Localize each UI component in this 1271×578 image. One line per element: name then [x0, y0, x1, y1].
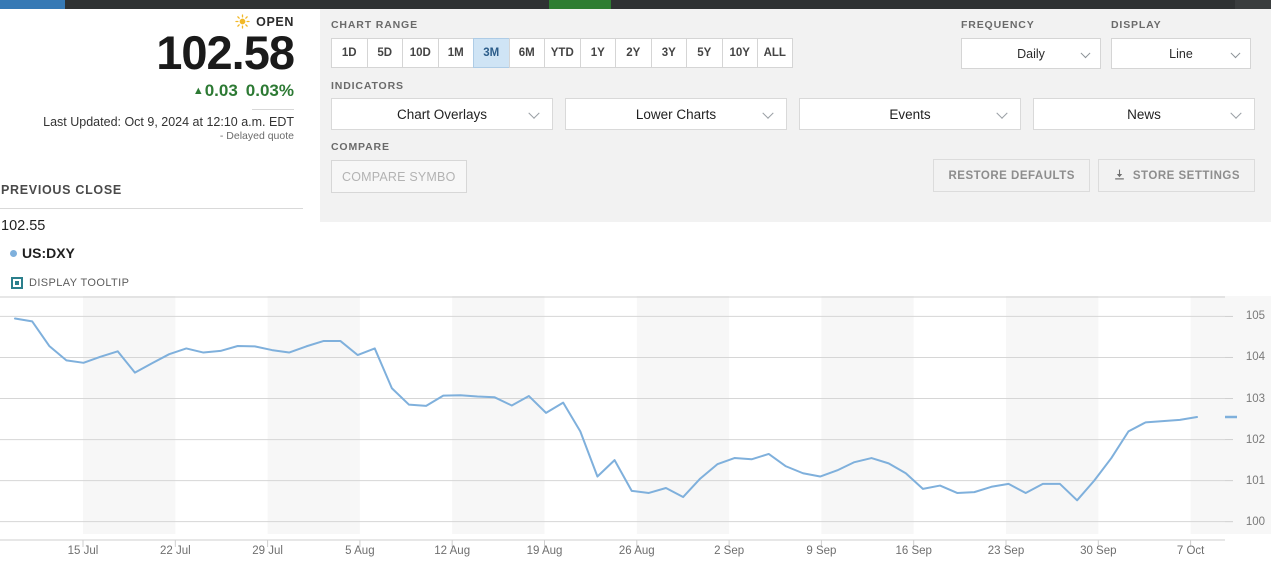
legend-color-dot: [10, 250, 17, 257]
display-tooltip-toggle[interactable]: DISPLAY TOOLTIP: [11, 277, 129, 289]
previous-close-value: 102.55: [0, 218, 306, 234]
frequency-label: FREQUENCY: [961, 19, 1101, 31]
chevron-down-icon: [1231, 48, 1241, 58]
display-field: DISPLAY Line: [1111, 19, 1251, 69]
compare-symbol-input[interactable]: [331, 160, 467, 193]
x-axis-tick-label: 30 Sep: [1080, 545, 1116, 557]
download-icon: [1113, 168, 1126, 184]
chart-overlays-select[interactable]: Chart Overlays: [331, 98, 553, 130]
compare-section: COMPARE RESTORE DEFAULTS STORE SETTINGS: [331, 141, 1255, 193]
delayed-quote-note: - Delayed quote: [0, 130, 300, 142]
last-updated-text: Last Updated: Oct 9, 2024 at 12:10 a.m. …: [0, 115, 300, 129]
previous-close-divider: [0, 208, 303, 209]
y-axis-tick-label: 100: [1246, 516, 1265, 528]
x-axis-tick-label: 16 Sep: [895, 545, 931, 557]
chevron-down-icon: [762, 108, 773, 119]
chevron-down-icon: [528, 108, 539, 119]
x-axis-tick-label: 26 Aug: [619, 545, 655, 557]
nav-segment-blue[interactable]: [0, 0, 65, 9]
change-up-arrow-icon: ▲: [193, 85, 204, 97]
previous-close-block: PREVIOUS CLOSE 102.55: [0, 183, 306, 234]
legend-symbol-label: US:DXY: [22, 245, 75, 261]
restore-defaults-label: RESTORE DEFAULTS: [948, 170, 1074, 182]
compare-label: COMPARE: [331, 141, 1255, 153]
stock-chart-page: OPEN 102.58 ▲0.030.03% Last Updated: Oct…: [0, 0, 1271, 578]
chart-range-buttons: 1D 5D 10D 1M 3M 6M YTD 1Y 2Y 3Y 5Y 10Y A…: [331, 38, 851, 68]
chart-settings-panel: CHART RANGE 1D 5D 10D 1M 3M 6M YTD 1Y 2Y…: [320, 9, 1271, 222]
nav-segment-right[interactable]: [1235, 0, 1271, 9]
price-chart[interactable]: 105 104 103 102 101 100 15 Jul 22 Jul 29 Jul 5 A…: [0, 296, 1271, 578]
chart-range-label: CHART RANGE: [331, 19, 851, 31]
events-value: Events: [889, 107, 930, 122]
quote-change-row: ▲0.03 0.03%: [0, 81, 300, 101]
display-label: DISPLAY: [1111, 19, 1251, 31]
news-select[interactable]: News: [1033, 98, 1255, 130]
chevron-down-icon: [996, 108, 1007, 119]
range-button-3m[interactable]: 3M: [473, 38, 509, 68]
lower-charts-select[interactable]: Lower Charts: [565, 98, 787, 130]
display-tooltip-label: DISPLAY TOOLTIP: [29, 277, 129, 289]
chart-overlays-value: Chart Overlays: [397, 107, 487, 122]
range-button-5d[interactable]: 5D: [367, 38, 403, 68]
display-value: Line: [1169, 47, 1193, 61]
chart-legend[interactable]: US:DXY: [10, 245, 75, 261]
x-axis-tick-label: 23 Sep: [988, 545, 1024, 557]
chart-range-section: CHART RANGE 1D 5D 10D 1M 3M 6M YTD 1Y 2Y…: [331, 19, 851, 69]
top-nav-strip: [0, 0, 1271, 9]
x-axis-tick-label: 5 Aug: [345, 545, 374, 557]
range-button-1y[interactable]: 1Y: [580, 38, 616, 68]
y-axis-tick-label: 101: [1246, 475, 1265, 487]
range-button-6m[interactable]: 6M: [509, 38, 545, 68]
y-axis-tick-label: 102: [1246, 434, 1265, 446]
indicators-label: INDICATORS: [331, 80, 1255, 92]
nav-segment-green[interactable]: [549, 0, 611, 9]
store-settings-button[interactable]: STORE SETTINGS: [1098, 159, 1255, 192]
store-settings-label: STORE SETTINGS: [1133, 170, 1240, 182]
range-button-ytd[interactable]: YTD: [544, 38, 580, 68]
quote-price: 102.58: [0, 27, 300, 79]
frequency-value: Daily: [1017, 47, 1045, 61]
news-value: News: [1127, 107, 1161, 122]
range-button-1d[interactable]: 1D: [331, 38, 367, 68]
restore-defaults-button[interactable]: RESTORE DEFAULTS: [933, 159, 1089, 192]
previous-close-label: PREVIOUS CLOSE: [0, 183, 306, 197]
quote-divider: [252, 109, 294, 110]
frequency-select[interactable]: Daily: [961, 38, 1101, 69]
sun-icon: [235, 14, 250, 29]
x-axis-tick-label: 29 Jul: [252, 545, 283, 557]
events-select[interactable]: Events: [799, 98, 1021, 130]
range-button-2y[interactable]: 2Y: [615, 38, 651, 68]
lower-charts-value: Lower Charts: [636, 107, 716, 122]
range-button-10y[interactable]: 10Y: [722, 38, 758, 68]
chart-svg[interactable]: [0, 296, 1271, 578]
y-axis-tick-label: 105: [1246, 310, 1265, 322]
chevron-down-icon: [1230, 108, 1241, 119]
x-axis-tick-label: 2 Sep: [714, 545, 744, 557]
change-percent: 0.03%: [246, 81, 294, 100]
indicators-section: INDICATORS Chart Overlays Lower Charts E…: [331, 80, 1255, 130]
indicators-row: Chart Overlays Lower Charts Events News: [331, 98, 1255, 130]
range-button-1m[interactable]: 1M: [438, 38, 474, 68]
display-select[interactable]: Line: [1111, 38, 1251, 69]
range-button-5y[interactable]: 5Y: [686, 38, 722, 68]
x-axis-tick-label: 12 Aug: [434, 545, 470, 557]
x-axis-tick-label: 22 Jul: [160, 545, 191, 557]
range-button-all[interactable]: ALL: [757, 38, 793, 68]
range-button-3y[interactable]: 3Y: [651, 38, 687, 68]
checkbox-icon[interactable]: [11, 277, 23, 289]
frequency-field: FREQUENCY Daily: [961, 19, 1101, 69]
x-axis-tick-label: 9 Sep: [806, 545, 836, 557]
y-axis-tick-label: 103: [1246, 393, 1265, 405]
x-axis-tick-label: 19 Aug: [527, 545, 563, 557]
range-button-10d[interactable]: 10D: [402, 38, 438, 68]
y-axis-tick-label: 104: [1246, 351, 1265, 363]
chevron-down-icon: [1081, 48, 1091, 58]
x-axis-tick-label: 7 Oct: [1177, 545, 1204, 557]
change-value: 0.03: [205, 81, 238, 100]
x-axis-tick-label: 15 Jul: [68, 545, 99, 557]
